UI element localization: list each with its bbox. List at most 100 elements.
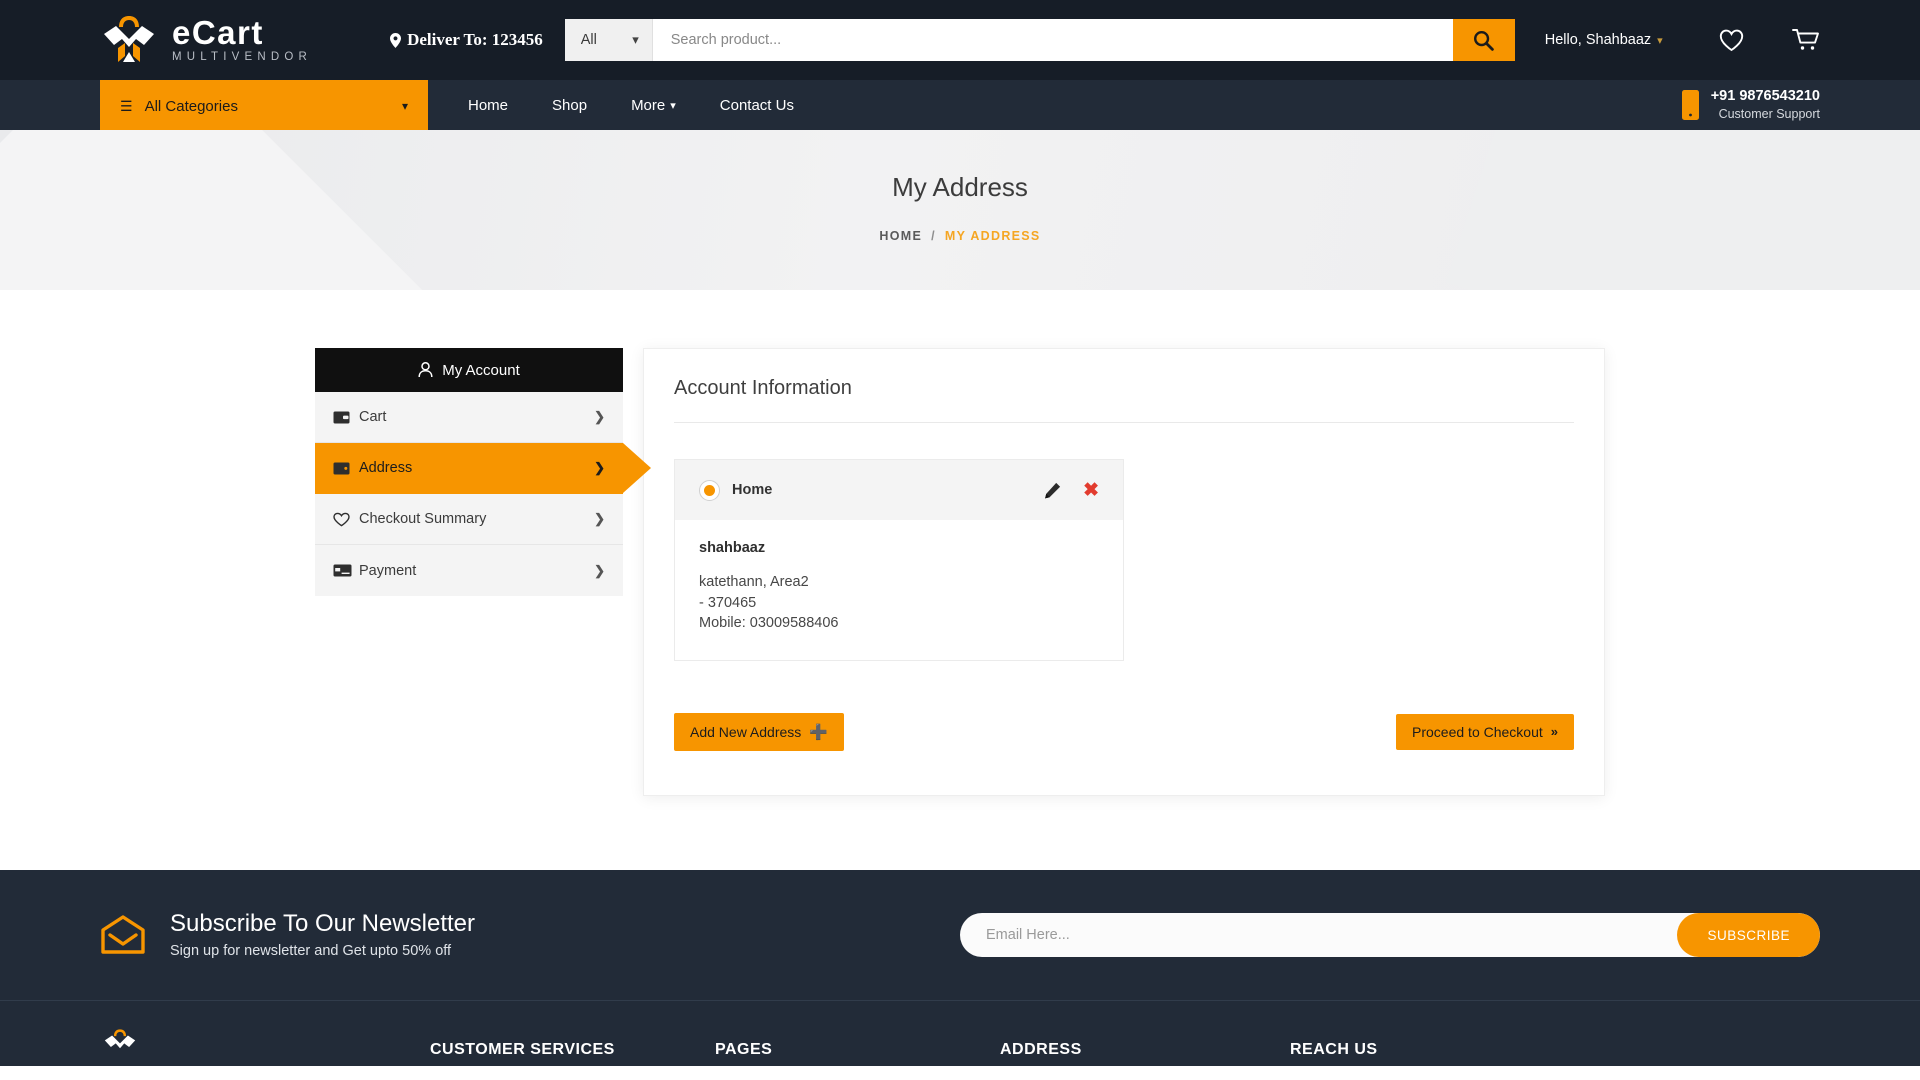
address-line-3: Mobile: 03009588406: [699, 615, 839, 632]
search-input[interactable]: [652, 19, 1453, 61]
credit-card-icon: [333, 564, 359, 577]
nav-item-more[interactable]: More ▾: [609, 80, 698, 130]
nav-item-home[interactable]: Home: [446, 80, 530, 130]
footer-column-heading: ADDRESS: [1000, 1041, 1082, 1058]
wallet-icon: [333, 411, 359, 424]
user-icon: [418, 362, 433, 378]
footer-column-reach-us: REACH US: [1290, 1027, 1575, 1066]
hamburger-icon: ☰: [120, 97, 133, 114]
nav-item-label: Contact Us: [719, 96, 794, 114]
location-pin-icon: [390, 32, 402, 48]
customer-support[interactable]: +91 9876543210 Customer Support: [1681, 80, 1820, 130]
chevron-down-icon: ▾: [401, 99, 408, 113]
footer-column-heading: PAGES: [715, 1041, 773, 1058]
pencil-icon: [1045, 482, 1061, 498]
sidebar-item-checkout-summary[interactable]: Checkout Summary ❯: [315, 494, 623, 545]
chevron-down-icon: ▾: [670, 99, 676, 112]
subscribe-button[interactable]: SUBSCRIBE: [1677, 913, 1820, 957]
heart-icon: [1719, 29, 1744, 51]
nav-item-shop[interactable]: Shop: [530, 80, 609, 130]
footer-columns: CUSTOMER SERVICES PAGES ADDRESS REACH US: [100, 1027, 1820, 1066]
sidebar-item-payment[interactable]: Payment ❯: [315, 545, 623, 596]
site-footer: CUSTOMER SERVICES PAGES ADDRESS REACH US: [0, 1000, 1920, 1066]
chevron-right-icon: ❯: [594, 460, 605, 475]
nav-item-contact-us[interactable]: Contact Us: [698, 80, 816, 130]
sidebar-item-label: Cart: [359, 409, 387, 425]
search-button[interactable]: [1452, 19, 1515, 61]
newsletter-info: Subscribe To Our Newsletter Sign up for …: [100, 910, 475, 960]
footer-column-customer-services: CUSTOMER SERVICES: [430, 1027, 715, 1066]
site-logo[interactable]: eCart MULTIVENDOR: [100, 12, 312, 68]
support-phone-number: +91 9876543210: [1710, 87, 1820, 104]
address-name: shahbaaz: [699, 540, 766, 556]
bag-logo-icon: [104, 16, 154, 62]
proceed-to-checkout-button[interactable]: Proceed to Checkout »: [1396, 713, 1574, 750]
panel-actions: Add New Address ➕ Proceed to Checkout »: [674, 712, 1574, 751]
wallet-card-icon: [333, 462, 359, 475]
nav-item-label: More: [631, 96, 666, 114]
sidebar-item-address[interactable]: Address ❯: [315, 443, 651, 494]
wishlist-button[interactable]: [1719, 29, 1744, 52]
breadcrumb: HOME / MY ADDRESS: [879, 229, 1040, 243]
main-navigation: ☰ All Categories ▾ Home Shop More ▾ Cont…: [0, 80, 1920, 130]
add-new-address-label: Add New Address: [690, 723, 802, 740]
address-card-header: Home ✖: [675, 460, 1123, 520]
sidebar-item-label: Address: [359, 460, 413, 476]
address-actions: ✖: [1044, 481, 1099, 500]
all-categories-dropdown[interactable]: ☰ All Categories ▾: [100, 80, 428, 130]
breadcrumb-separator: /: [931, 228, 936, 243]
newsletter-section: Subscribe To Our Newsletter Sign up for …: [0, 870, 1920, 1000]
sidebar-list: Cart ❯ Address ❯ Checkout Summary ❯ Paym…: [315, 392, 651, 596]
radio-dot: [704, 484, 715, 496]
address-select-radio[interactable]: [699, 479, 720, 501]
search-category-wrap: All ▾: [564, 19, 653, 61]
account-sidebar: My Account Cart ❯ Address ❯ Checkout Sum…: [315, 348, 651, 596]
envelope-open-icon: [101, 915, 145, 954]
heart-icon: [333, 512, 359, 527]
nav-links: Home Shop More ▾ Contact Us: [446, 80, 816, 130]
delete-address-button[interactable]: ✖: [1083, 481, 1099, 500]
cart-button[interactable]: [1792, 28, 1820, 52]
search-icon: [1474, 30, 1495, 51]
search-category-select[interactable]: All: [564, 19, 653, 61]
address-lines: katethann, Area2 - 370465 Mobile: 030095…: [699, 572, 1099, 634]
account-menu[interactable]: Hello, Shahbaaz ▾: [1545, 32, 1663, 48]
edit-address-button[interactable]: [1044, 482, 1061, 499]
chevron-down-icon: ▾: [1657, 34, 1663, 47]
plus-icon: ➕: [809, 723, 828, 741]
nav-item-label: Home: [468, 96, 509, 114]
sidebar-item-cart[interactable]: Cart ❯: [315, 392, 623, 443]
deliver-to[interactable]: Deliver To: 123456: [390, 30, 543, 50]
banner-decoration-left: [0, 130, 435, 290]
newsletter-email-input[interactable]: [960, 927, 1678, 943]
breadcrumb-current: MY ADDRESS: [944, 228, 1041, 243]
footer-brand: [100, 1027, 430, 1066]
address-line-2: - 370465: [699, 594, 757, 611]
newsletter-form: SUBSCRIBE: [960, 913, 1820, 957]
cart-icon: [1792, 29, 1819, 50]
logo-title: eCart: [172, 14, 264, 52]
page-title: My Address: [892, 171, 1028, 202]
breadcrumb-home[interactable]: HOME: [879, 229, 922, 243]
panel-title: Account Information: [674, 377, 1574, 423]
main-content: My Account Cart ❯ Address ❯ Checkout Sum…: [0, 290, 1920, 870]
footer-column-heading: REACH US: [1290, 1041, 1378, 1058]
bag-logo-icon: [104, 1029, 136, 1049]
double-chevron-right-icon: »: [1550, 724, 1558, 740]
header-icons: [1719, 28, 1820, 52]
account-information-panel: Account Information Home ✖ shahbaaz kate…: [643, 348, 1605, 796]
address-line-1: katethann, Area2: [699, 574, 809, 590]
sidebar-item-label: Checkout Summary: [359, 511, 487, 527]
page-banner: My Address HOME / MY ADDRESS: [0, 130, 1920, 290]
proceed-to-checkout-label: Proceed to Checkout: [1412, 723, 1543, 740]
chevron-right-icon: ❯: [594, 562, 605, 578]
add-new-address-button[interactable]: Add New Address ➕: [674, 712, 844, 751]
chevron-right-icon: ❯: [594, 409, 605, 424]
support-label: Customer Support: [1718, 107, 1820, 122]
newsletter-subtitle: Sign up for newsletter and Get upto 50% …: [170, 942, 452, 959]
chevron-right-icon: ❯: [594, 511, 605, 526]
footer-column-heading: CUSTOMER SERVICES: [430, 1041, 615, 1058]
address-card: Home ✖ shahbaaz katethann, Area2 - 37046…: [674, 459, 1124, 661]
address-card-body: shahbaaz katethann, Area2 - 370465 Mobil…: [675, 520, 1123, 660]
account-greeting: Hello, Shahbaaz: [1544, 32, 1652, 48]
